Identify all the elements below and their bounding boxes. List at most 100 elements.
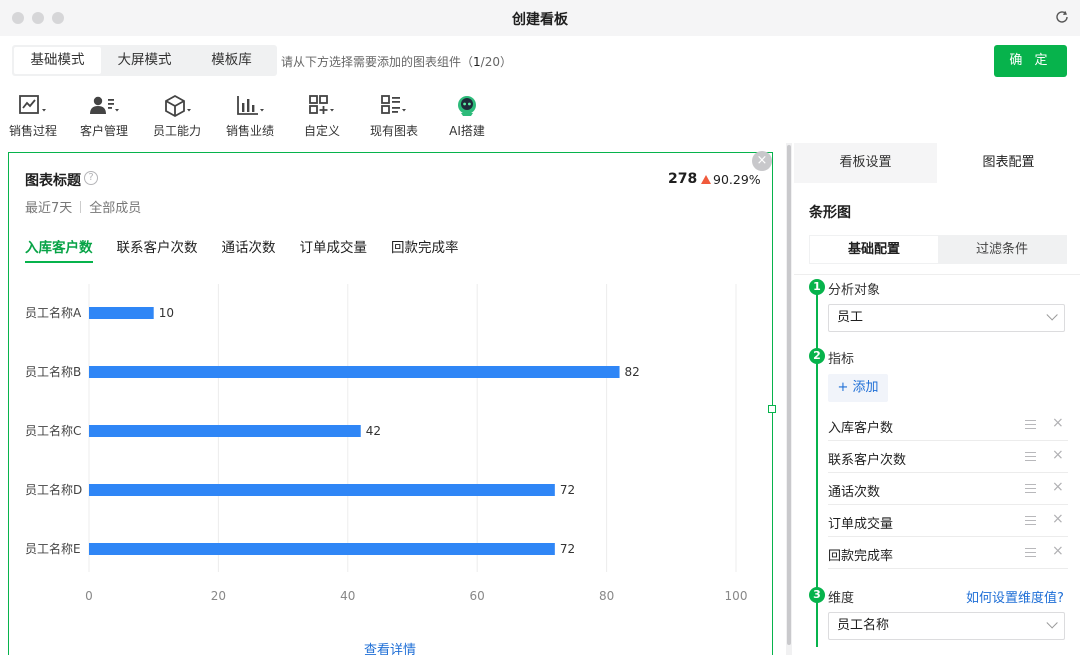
- hint-count: 1: [473, 55, 481, 69]
- metric-tab[interactable]: 回款完成率: [391, 236, 459, 263]
- metric-row: 联系客户次数 ×: [828, 441, 1068, 473]
- total-value: 278: [668, 171, 698, 187]
- tool-ai-build[interactable]: AI搭建: [430, 94, 504, 139]
- tab-bigscreen-mode[interactable]: 大屏模式: [101, 47, 188, 74]
- mode-tabs: 基础模式 大屏模式 模板库: [12, 45, 277, 76]
- analysis-select[interactable]: 员工: [828, 304, 1065, 332]
- divider: [80, 201, 82, 213]
- remove-icon[interactable]: ×: [1052, 543, 1064, 559]
- help-icon[interactable]: ?: [84, 171, 98, 185]
- bar: [89, 484, 555, 496]
- metric-name: 入库客户数: [828, 421, 894, 436]
- list-chart-icon: [381, 95, 406, 114]
- category-label: 员工名称B: [25, 364, 81, 379]
- metric-row: 回款完成率 ×: [828, 537, 1068, 569]
- bar: [89, 425, 361, 437]
- window-title: 创建看板: [512, 12, 568, 28]
- refresh-icon[interactable]: [1054, 9, 1070, 25]
- data-label: 82: [625, 365, 640, 379]
- resize-handle[interactable]: [768, 405, 776, 413]
- tool-label: 员工能力: [152, 124, 201, 138]
- tool-existing-charts[interactable]: 现有图表: [357, 94, 431, 139]
- metric-name: 通话次数: [828, 485, 881, 500]
- remove-icon[interactable]: ×: [1052, 479, 1064, 495]
- step-badge: 2: [809, 348, 825, 364]
- grid-add-icon: [309, 95, 334, 114]
- drag-handle-icon[interactable]: [1025, 484, 1036, 493]
- scrollbar[interactable]: [787, 145, 791, 645]
- category-label: 员工名称A: [25, 305, 82, 320]
- tool-custom[interactable]: 自定义: [285, 94, 359, 139]
- metric-row: 入库客户数 ×: [828, 409, 1068, 441]
- config-subtabs: 基础配置 过滤条件: [809, 235, 1067, 264]
- tab-template-library[interactable]: 模板库: [188, 47, 275, 74]
- metrics-label: 指标: [828, 352, 855, 367]
- tab-basic-config[interactable]: 基础配置: [810, 236, 938, 263]
- metric-tabs: 入库客户数 联系客户次数 通话次数 订单成交量 回款完成率: [25, 236, 483, 263]
- view-detail-link[interactable]: 查看详情: [364, 639, 416, 655]
- dimension-label: 维度: [828, 591, 855, 606]
- tool-label: 现有图表: [369, 124, 418, 138]
- remove-icon[interactable]: ×: [1052, 415, 1064, 431]
- dimension-value: 员工名称: [837, 618, 890, 633]
- tab-chart-config[interactable]: 图表配置: [937, 143, 1080, 183]
- tool-sales-process[interactable]: 销售过程: [0, 94, 70, 139]
- x-tick-label: 100: [725, 589, 748, 603]
- data-label: 72: [560, 483, 575, 497]
- tab-board-settings[interactable]: 看板设置: [794, 143, 937, 183]
- metric-tab[interactable]: 联系客户次数: [117, 236, 198, 263]
- metric-tab[interactable]: 入库客户数: [25, 236, 93, 263]
- metric-name: 回款完成率: [828, 549, 894, 564]
- cube-icon: [165, 94, 191, 118]
- tool-label: 自定义: [303, 124, 340, 138]
- tool-label: 客户管理: [79, 124, 128, 138]
- data-label: 10: [159, 306, 174, 320]
- x-tick-label: 0: [85, 589, 93, 603]
- tool-label: 销售业绩: [225, 124, 274, 138]
- scope-label[interactable]: 全部成员: [89, 201, 141, 216]
- metric-row: 通话次数 ×: [828, 473, 1068, 505]
- remove-icon[interactable]: ×: [1052, 511, 1064, 527]
- metric-name: 联系客户次数: [828, 453, 907, 468]
- chart-type-title: 条形图: [809, 205, 851, 221]
- add-metric-button[interactable]: + 添加: [828, 374, 888, 402]
- bar: [89, 366, 620, 378]
- bar-chart: 0 20 40 60 80 100 员工名称A 10 员工名称B 82 员工名称C 42 员工名称D 72…: [25, 284, 748, 603]
- customer-icon: [90, 96, 119, 114]
- metric-name: 订单成交量: [828, 517, 894, 532]
- tool-employee-ability[interactable]: 员工能力: [140, 94, 214, 139]
- category-label: 员工名称E: [25, 541, 81, 556]
- confirm-button[interactable]: 确 定: [994, 45, 1067, 77]
- chart-filters: 最近7天 全部成员: [25, 197, 141, 216]
- dimension-select[interactable]: 员工名称: [828, 612, 1065, 640]
- drag-handle-icon[interactable]: [1025, 516, 1036, 525]
- drag-handle-icon[interactable]: [1025, 452, 1036, 461]
- metric-row: 订单成交量 ×: [828, 505, 1068, 537]
- drag-handle-icon[interactable]: [1025, 548, 1036, 557]
- metric-tab[interactable]: 订单成交量: [300, 236, 368, 263]
- chart-title: 图表标题: [25, 173, 81, 189]
- step-badge: 1: [809, 279, 825, 295]
- dimension-help-link[interactable]: 如何设置维度值?: [966, 587, 1064, 606]
- x-tick-label: 40: [340, 589, 355, 603]
- x-tick-label: 60: [470, 589, 485, 603]
- analysis-label: 分析对象: [828, 283, 881, 298]
- tool-sales-performance[interactable]: 销售业绩: [213, 94, 287, 139]
- data-label: 72: [560, 542, 575, 556]
- metric-tab[interactable]: 通话次数: [222, 236, 276, 263]
- x-tick-label: 20: [211, 589, 226, 603]
- period-label[interactable]: 最近7天: [25, 201, 72, 216]
- tool-label: AI搭建: [449, 124, 485, 138]
- ai-robot-icon: [458, 96, 476, 116]
- component-hint: 请从下方选择需要添加的图表组件（1/20）: [281, 53, 512, 70]
- card-close-button[interactable]: ×: [752, 151, 772, 171]
- divider: [794, 274, 1080, 275]
- drag-handle-icon[interactable]: [1025, 420, 1036, 429]
- tab-basic-mode[interactable]: 基础模式: [14, 47, 101, 74]
- tab-filter-conditions[interactable]: 过滤条件: [938, 236, 1066, 263]
- change-percent: 90.29%: [713, 172, 761, 187]
- tool-customer-management[interactable]: 客户管理: [67, 94, 141, 139]
- hint-total: /20）: [480, 55, 512, 69]
- remove-icon[interactable]: ×: [1052, 447, 1064, 463]
- step-badge: 3: [809, 587, 825, 603]
